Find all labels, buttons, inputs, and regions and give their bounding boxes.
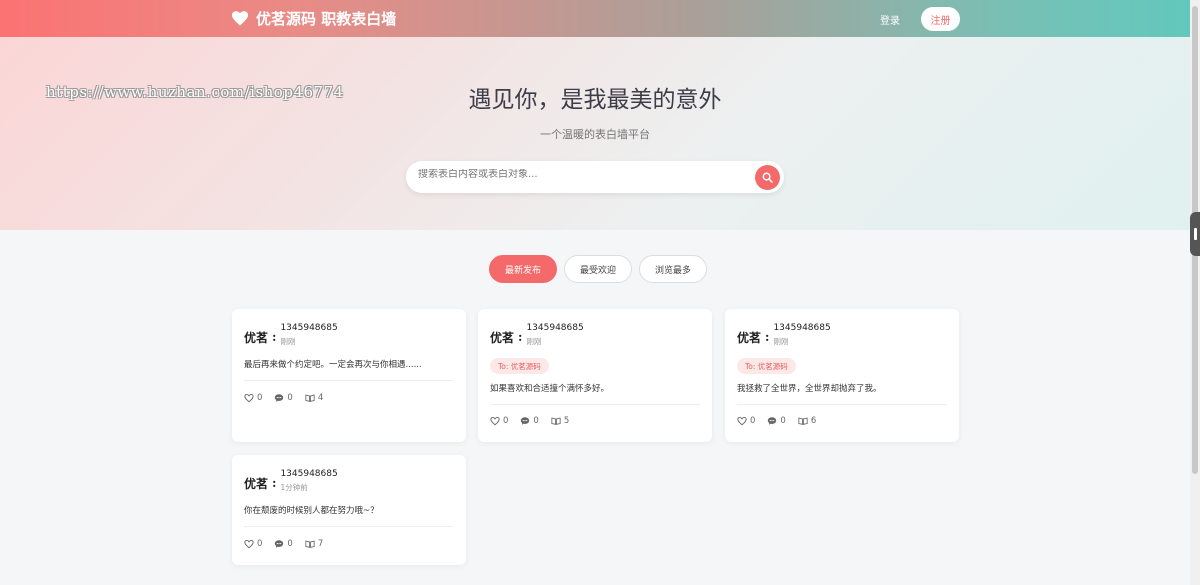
comment-count: 0 (287, 539, 293, 549)
divider (244, 526, 454, 527)
card-content: 如果喜欢和合适撞个满怀多好。 (490, 384, 610, 394)
heart-outline-icon (244, 393, 254, 403)
comment-count: 0 (287, 393, 293, 403)
comment-count: 0 (533, 416, 539, 426)
author-name[interactable]: 1345948685 (773, 323, 830, 333)
like-button[interactable]: 0 (244, 393, 262, 403)
view-count: 7 (317, 539, 324, 549)
post-time: 1分钟前 (280, 483, 308, 492)
divider (737, 404, 947, 405)
view-count: 5 (563, 416, 570, 426)
confession-card[interactable]: 优茗: 1345948685 刚刚 To: 优茗源码 如果喜欢和合适撞个满怀多好… (478, 309, 712, 442)
like-button[interactable]: 0 (244, 539, 262, 549)
comment-icon (275, 394, 284, 402)
view-stat: 7 (305, 539, 323, 549)
heart-outline-icon (737, 416, 747, 426)
page-scrollbar[interactable] (1190, 0, 1200, 585)
brand-title: 优茗源码 职教表白墙 (256, 10, 397, 28)
comment-button[interactable]: 0 (767, 416, 786, 426)
card-header: 优茗: 1345948685 1分钟前 (244, 469, 338, 492)
view-count: 6 (810, 416, 817, 426)
book-icon (798, 417, 808, 425)
search-bar (406, 161, 784, 193)
divider (244, 380, 454, 381)
card-stats: 0 0 7 (244, 539, 335, 549)
search-icon (762, 172, 773, 183)
card-content: 你在颓废的时候别人都在努力哦~？ (244, 506, 379, 516)
heart-outline-icon (244, 539, 254, 549)
card-content: 我拯救了全世界，全世界却抛弃了我。 (737, 384, 882, 394)
recipient-tag[interactable]: To: 优茗源码 (737, 358, 796, 374)
like-count: 0 (750, 416, 756, 426)
site-logo: 优茗 (244, 476, 269, 491)
comment-icon (521, 417, 530, 425)
book-icon (551, 417, 561, 425)
confession-card[interactable]: 优茗: 1345948685 刚刚 最后再来做个约定吧。一定会再次与你相遇...… (232, 309, 466, 442)
card-stats: 0 0 4 (244, 393, 335, 403)
comment-button[interactable]: 0 (274, 393, 293, 403)
tab-latest[interactable]: 最新发布 (489, 255, 558, 283)
confession-card[interactable]: 优茗: 1345948685 1分钟前 你在颓废的时候别人都在努力哦~？ 0 0… (232, 455, 466, 565)
divider (490, 404, 700, 405)
tab-popular[interactable]: 最受欢迎 (564, 255, 633, 283)
card-header: 优茗: 1345948685 刚刚 (244, 323, 338, 346)
site-logo: 优茗 (244, 330, 269, 345)
author-name[interactable]: 1345948685 (280, 469, 337, 479)
heart-icon (232, 11, 248, 26)
view-stat: 4 (305, 393, 323, 403)
like-count: 0 (257, 539, 263, 549)
confession-card[interactable]: 优茗: 1345948685 刚刚 To: 优茗源码 我拯救了全世界，全世界却抛… (725, 309, 959, 442)
post-time: 刚刚 (280, 337, 296, 346)
hero-section: https://www.huzhan.com/ishop46774 遇见你，是我… (0, 37, 1190, 230)
like-button[interactable]: 0 (737, 416, 755, 426)
login-link[interactable]: 登录 (880, 12, 900, 27)
comment-button[interactable]: 0 (274, 539, 293, 549)
register-button[interactable]: 注册 (921, 7, 960, 31)
card-stats: 0 0 5 (490, 416, 581, 426)
card-header: 优茗: 1345948685 刚刚 (737, 323, 831, 346)
view-stat: 6 (798, 416, 816, 426)
comment-icon (275, 540, 284, 548)
side-panel-handle[interactable] (1190, 212, 1200, 256)
book-icon (305, 540, 315, 548)
post-time: 刚刚 (526, 337, 542, 346)
view-stat: 5 (551, 416, 569, 426)
comment-button[interactable]: 0 (520, 416, 539, 426)
like-count: 0 (503, 416, 509, 426)
site-logo: 优茗 (490, 330, 515, 345)
search-input[interactable] (418, 169, 738, 180)
navbar: 优茗源码 职教表白墙 登录 注册 (0, 0, 1190, 37)
heart-outline-icon (490, 416, 500, 426)
brand[interactable]: 优茗源码 职教表白墙 (232, 8, 396, 29)
like-count: 0 (257, 393, 263, 403)
card-stats: 0 0 6 (737, 416, 828, 426)
search-button[interactable] (755, 165, 780, 190)
comment-icon (768, 417, 777, 425)
book-icon (305, 394, 315, 402)
hero-subtitle: 一个温暖的表白墙平台 (540, 128, 650, 141)
card-content: 最后再来做个约定吧。一定会再次与你相遇...... (244, 360, 422, 370)
hero-title: 遇见你，是我最美的意外 (468, 87, 722, 113)
author-name[interactable]: 1345948685 (526, 323, 583, 333)
sort-tabs: 最新发布 最受欢迎 浏览最多 (489, 255, 708, 283)
site-logo: 优茗 (737, 330, 762, 345)
author-name[interactable]: 1345948685 (280, 323, 337, 333)
card-header: 优茗: 1345948685 刚刚 (490, 323, 584, 346)
tab-most-viewed[interactable]: 浏览最多 (639, 255, 708, 283)
view-count: 4 (317, 393, 324, 403)
post-time: 刚刚 (773, 337, 789, 346)
recipient-tag[interactable]: To: 优茗源码 (490, 358, 549, 374)
like-button[interactable]: 0 (490, 416, 508, 426)
comment-count: 0 (780, 416, 786, 426)
